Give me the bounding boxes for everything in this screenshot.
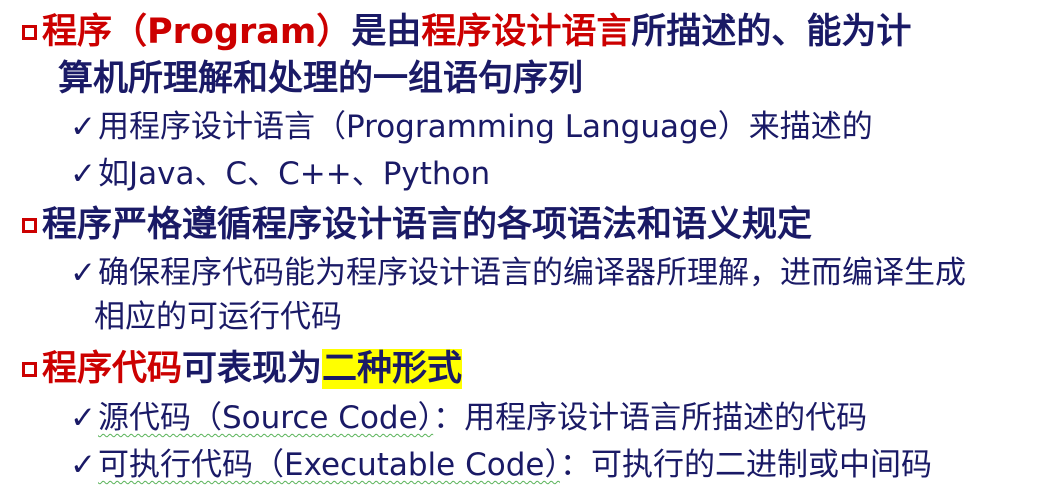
sub-bullet-executable-code: ✓可执行代码（Executable Code）：可执行的二进制或中间码 (70, 450, 932, 481)
bullet-syntax-semantics: 程序严格遵循程序设计语言的各项语法和语义规定 (22, 208, 812, 243)
checkmark-icon: ✓ (70, 156, 96, 192)
checkmark-icon: ✓ (70, 447, 96, 483)
sub-bullet-compiler-continued: 相应的可运行代码 (94, 299, 342, 335)
term-source-code: 源代码（Source Code） (97, 400, 434, 436)
term-program: 程序（Program） (42, 12, 352, 52)
bullet-two-forms: 程序代码可表现为二种形式 (22, 349, 463, 389)
sub-bullet-source-code: ✓源代码（Source Code）：用程序设计语言所描述的代码 (70, 403, 867, 434)
bullet-program-definition-continued: 算机所理解和处理的一组语句序列 (58, 59, 584, 99)
sub-bullet-text: 用程序设计语言（Programming Language）来描述的 (97, 109, 873, 145)
bullet-program-definition: 程序（Program）是由程序设计语言所描述的、能为计 (22, 15, 911, 50)
checkmark-icon: ✓ (70, 109, 96, 145)
text-segment: 所描述的、能为计 (631, 12, 912, 52)
square-bullet-icon (22, 25, 37, 40)
term-programming-language: 程序设计语言 (421, 12, 632, 52)
sub-bullet-described-by-language: ✓用程序设计语言（Programming Language）来描述的 (70, 112, 873, 143)
highlight-two-forms: 二种形式 (322, 349, 463, 389)
sub-bullet-text: ：用程序设计语言所描述的代码 (433, 400, 868, 436)
sub-bullet-text: 确保程序代码能为程序设计语言的编译器所理解，进而编译生成 (97, 255, 966, 291)
checkmark-icon: ✓ (70, 400, 96, 436)
sub-bullet-compiler: ✓确保程序代码能为程序设计语言的编译器所理解，进而编译生成 (70, 258, 966, 289)
text-segment: 是由 (351, 12, 422, 52)
checkmark-icon: ✓ (70, 255, 96, 291)
sub-bullet-examples: ✓如Java、C、C++、Python (70, 159, 490, 190)
sub-bullet-text: 如Java、C、C++、Python (97, 156, 491, 192)
slide-content: 程序（Program）是由程序设计语言所描述的、能为计 算机所理解和处理的一组语… (0, 0, 1059, 486)
text-segment: 程序严格遵循程序设计语言的各项语法和语义规定 (42, 205, 813, 245)
sub-bullet-text: ：可执行的二进制或中间码 (559, 447, 932, 483)
square-bullet-icon (22, 362, 37, 377)
term-program-code: 程序代码 (42, 349, 183, 389)
square-bullet-icon (22, 218, 37, 233)
term-executable-code: 可执行代码（Executable Code） (97, 447, 560, 483)
text-segment: 可表现为 (182, 349, 323, 389)
